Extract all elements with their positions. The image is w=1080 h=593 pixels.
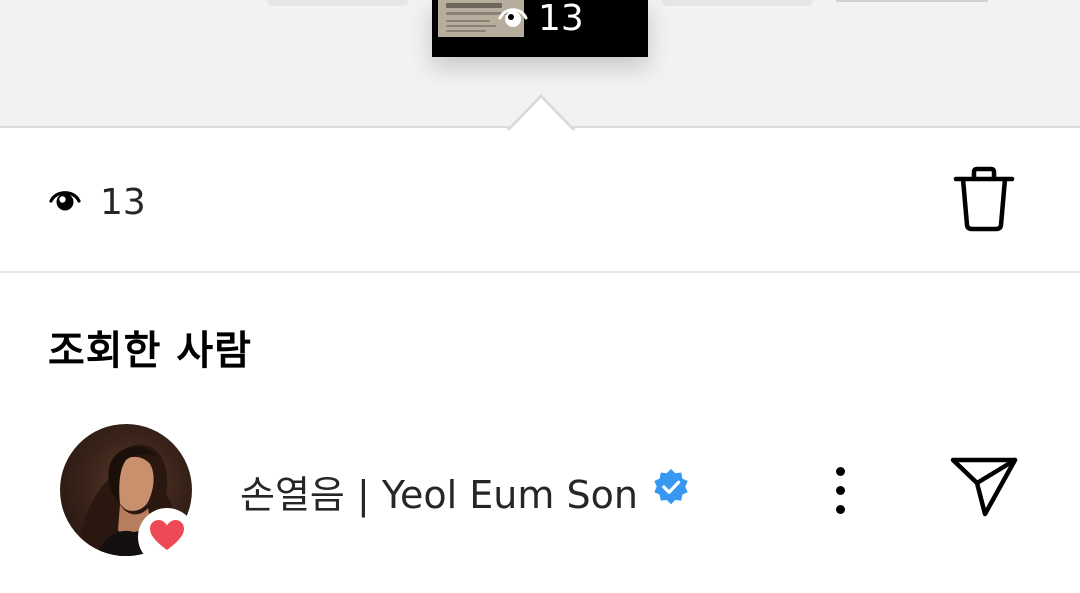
- delete-story-button[interactable]: [950, 166, 1018, 236]
- story-thumbnail-next-2[interactable]: [836, 0, 988, 2]
- viewer-name[interactable]: 손열음 | Yeol Eum Son: [240, 466, 690, 517]
- send-message-button[interactable]: [948, 456, 1020, 522]
- viewer-list-item[interactable]: 손열음 | Yeol Eum Son: [0, 420, 1080, 566]
- verified-badge-icon: [652, 468, 690, 515]
- current-story-thumbnail[interactable]: 13: [432, 0, 648, 57]
- thumbnail-view-count: 13: [498, 1, 584, 37]
- viewer-name-label: 손열음 | Yeol Eum Son: [240, 472, 638, 517]
- story-stats-row: 13: [0, 130, 1080, 273]
- eye-icon: [48, 182, 82, 223]
- story-thumbnail-previous[interactable]: [268, 0, 408, 6]
- reaction-badge: [138, 508, 196, 566]
- thumbnail-view-count-label: 13: [538, 0, 584, 39]
- trash-icon: [952, 165, 1016, 237]
- more-vertical-icon: [835, 466, 845, 476]
- story-thumbnail-next[interactable]: [662, 0, 812, 6]
- story-viewers-screen: 13 13 조회한 사람 손열음 | Yeol Eum Son: [0, 0, 1080, 593]
- heart-icon: [149, 519, 185, 555]
- more-options-button[interactable]: [820, 460, 860, 520]
- viewers-section-title: 조회한 사람: [48, 328, 252, 374]
- view-count-label: 13: [100, 181, 146, 223]
- send-icon: [949, 456, 1019, 522]
- eye-icon: [498, 1, 528, 37]
- view-count: 13: [48, 181, 146, 223]
